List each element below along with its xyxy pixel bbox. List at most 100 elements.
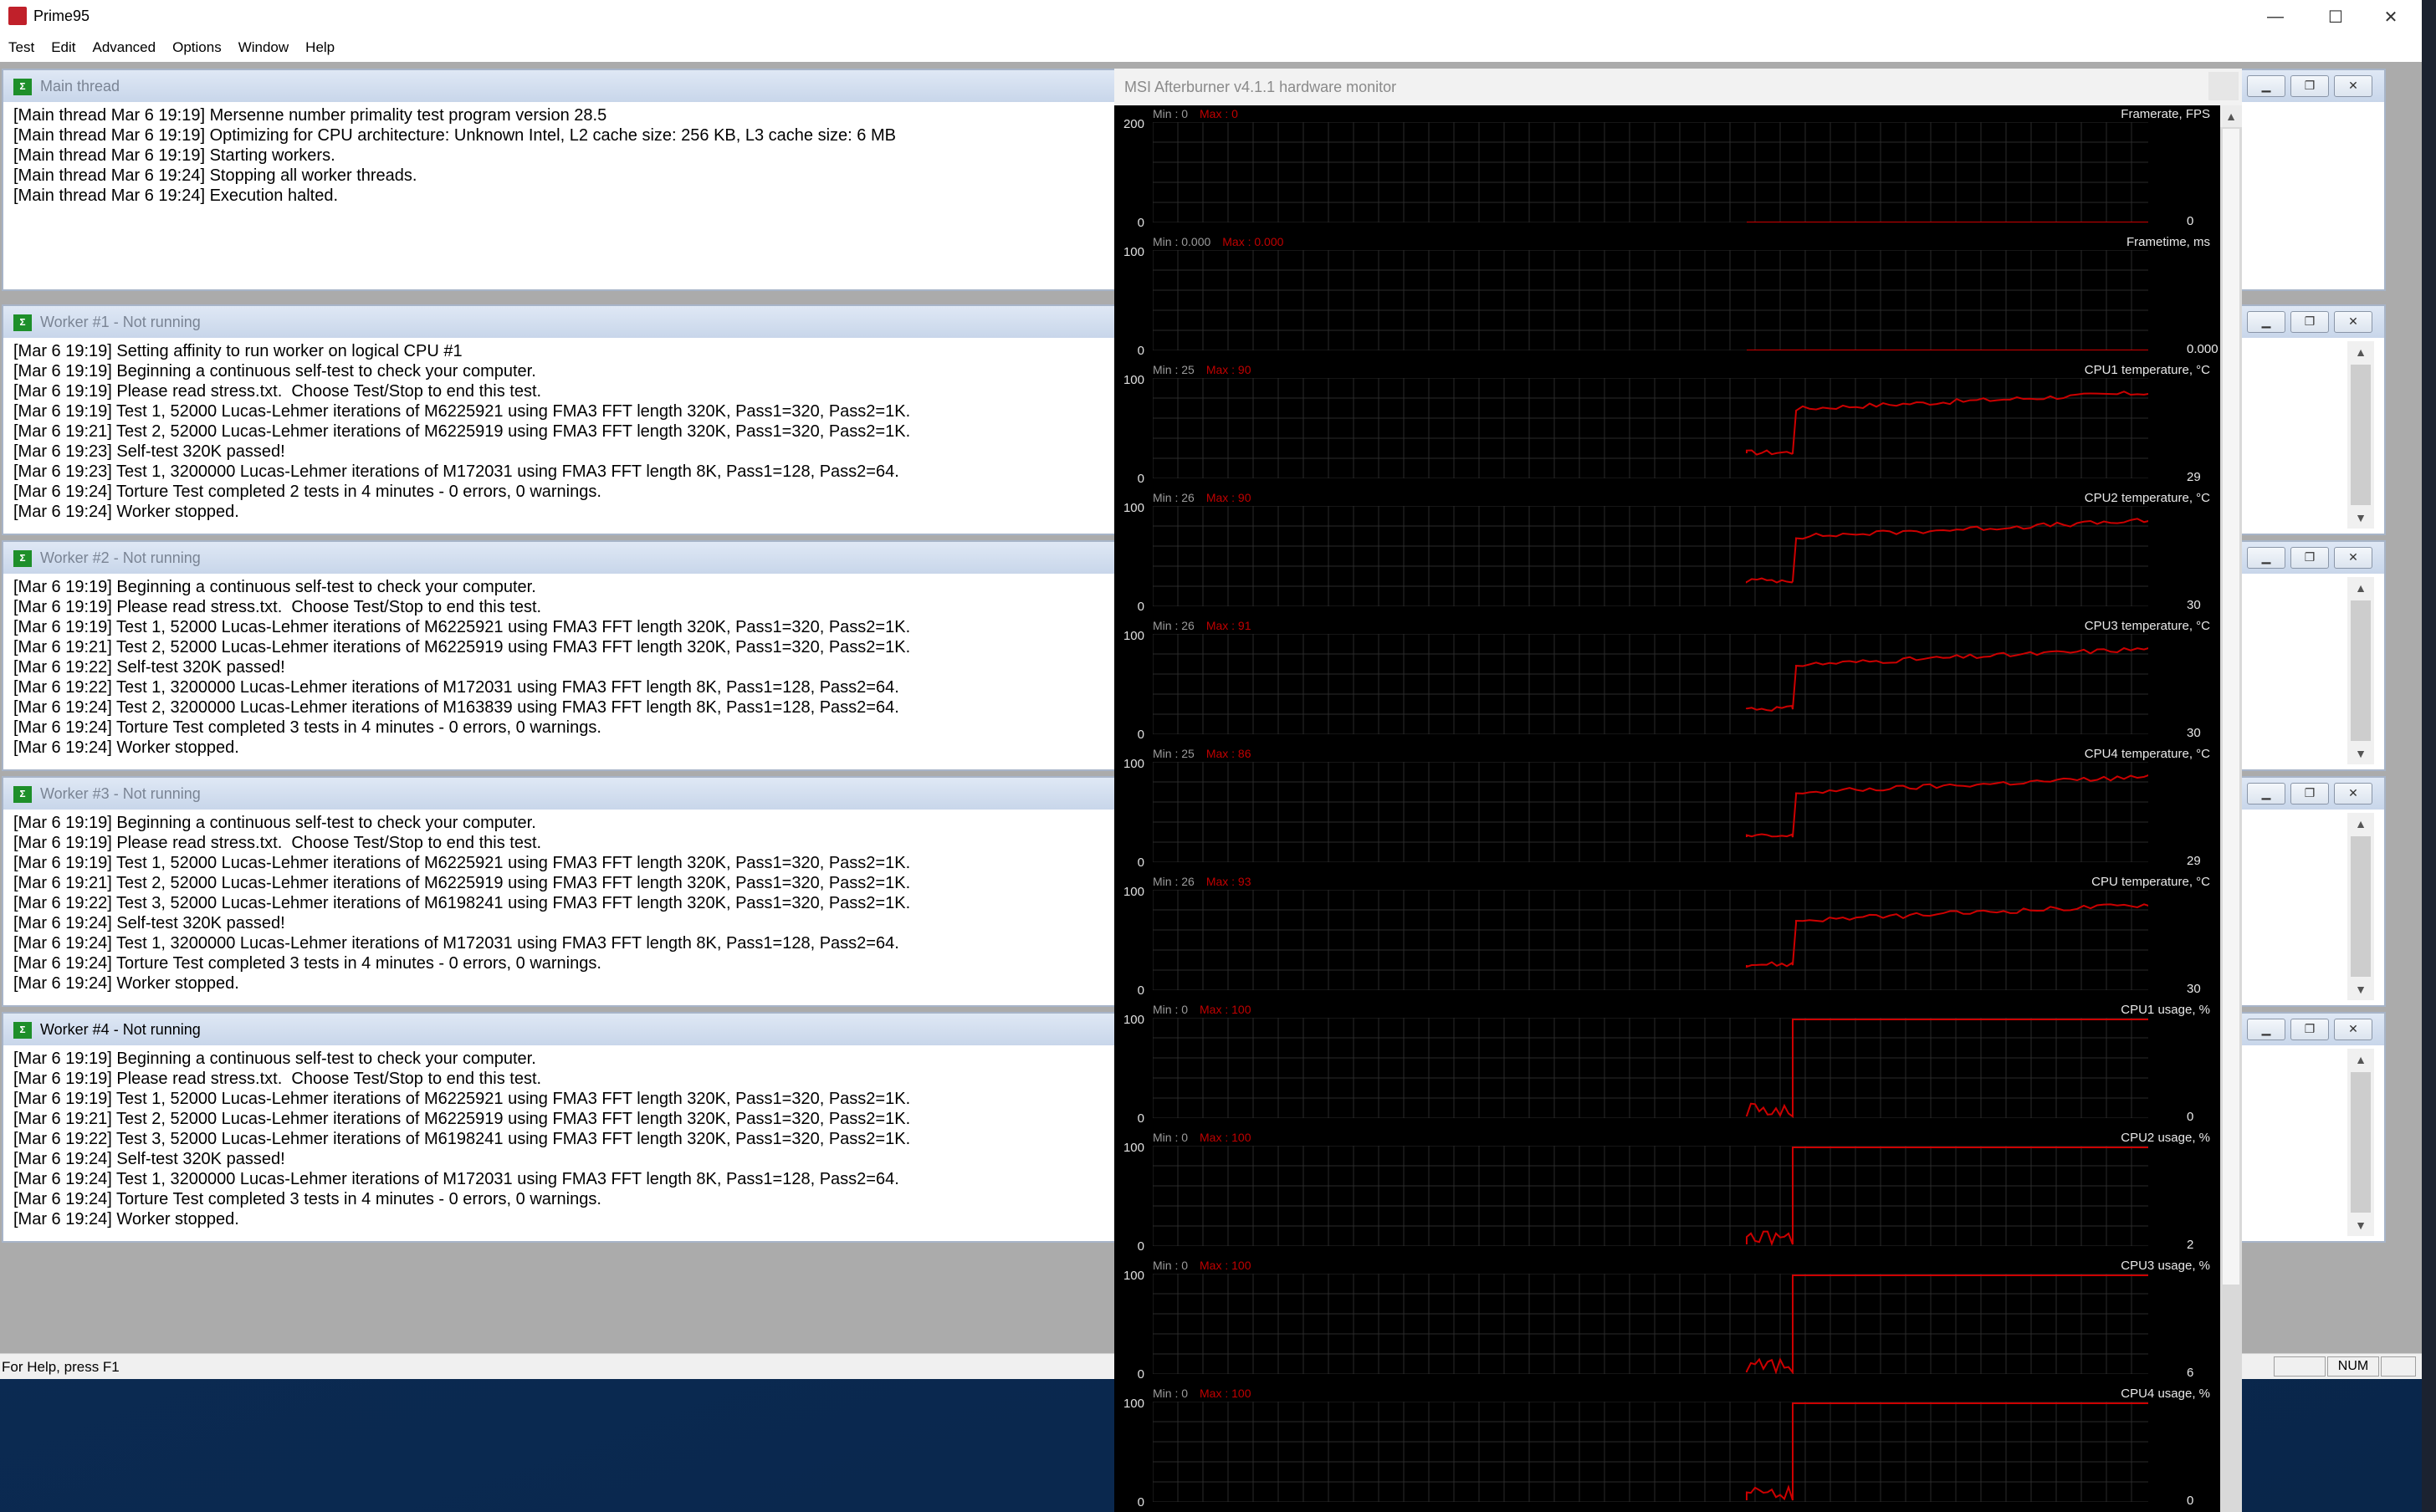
scroll-up-arrow-icon[interactable]: ▲ xyxy=(2220,105,2242,127)
child-close-button[interactable]: ✕ xyxy=(2334,311,2372,333)
graph-series-line xyxy=(1746,774,2148,838)
child-close-button[interactable]: ✕ xyxy=(2334,1019,2372,1040)
graph-min: Min : 0 xyxy=(1153,107,1189,120)
afterburner-scrollbar[interactable]: ▲ xyxy=(2220,105,2242,1512)
graph-series-line xyxy=(1746,1274,2148,1374)
prime95-child-icon: Σ xyxy=(13,786,32,803)
child-minimize-button[interactable]: ▁ xyxy=(2247,783,2285,805)
graph-ymax: 100 xyxy=(1123,1013,1144,1027)
graph-ymin: 0 xyxy=(1137,216,1144,230)
graph-min-max: Min : 0 Max : 100 xyxy=(1153,1131,1251,1144)
graph-panel: Min : 0 Max : 100 CPU4 usage, % 100 0 0 xyxy=(1114,1385,2220,1512)
menu-test[interactable]: Test xyxy=(0,39,43,56)
afterburner-close-button[interactable] xyxy=(2208,72,2239,100)
child-scrollbar[interactable]: ▲ ▼ xyxy=(2347,341,2374,529)
graph-ymin: 0 xyxy=(1137,344,1144,358)
graph-panel: Min : 25 Max : 90 CPU1 temperature, °C 100 0… xyxy=(1114,361,2220,489)
graph-max: Max : 100 xyxy=(1200,1003,1251,1016)
menu-advanced[interactable]: Advanced xyxy=(84,39,164,56)
graph-min: Min : 0 xyxy=(1153,1259,1189,1272)
graph-panel: Min : 0 Max : 100 CPU1 usage, % 100 0 0 xyxy=(1114,1001,2220,1129)
graph-max: Max : 100 xyxy=(1200,1131,1251,1144)
graph-min-max: Min : 0.000 Max : 0.000 xyxy=(1153,235,1283,248)
graph-label: CPU1 usage, % xyxy=(2121,1003,2210,1017)
status-pane-num: NUM xyxy=(2327,1356,2379,1377)
graph-plot xyxy=(1153,122,2148,222)
child-restore-button[interactable]: ❐ xyxy=(2290,547,2329,569)
graph-plot xyxy=(1153,634,2148,734)
graph-label: CPU2 temperature, °C xyxy=(2084,491,2210,505)
graph-panel: Min : 26 Max : 90 CPU2 temperature, °C 100 0… xyxy=(1114,489,2220,617)
child-minimize-button[interactable]: ▁ xyxy=(2247,1019,2285,1040)
graph-current-value: 0 xyxy=(2187,1110,2194,1124)
child-restore-button[interactable]: ❐ xyxy=(2290,75,2329,97)
scroll-up-arrow-icon[interactable]: ▲ xyxy=(2347,577,2374,599)
graph-ymax: 100 xyxy=(1123,245,1144,259)
graph-panel: Min : 0 Max : 100 CPU2 usage, % 100 0 2 xyxy=(1114,1129,2220,1257)
child-restore-button[interactable]: ❐ xyxy=(2290,783,2329,805)
menu-edit[interactable]: Edit xyxy=(43,39,84,56)
graph-plot xyxy=(1153,1146,2148,1246)
graph-current-value: 0.000 xyxy=(2187,342,2218,356)
scroll-down-arrow-icon[interactable]: ▼ xyxy=(2347,743,2374,764)
child-minimize-button[interactable]: ▁ xyxy=(2247,75,2285,97)
graph-ymin: 0 xyxy=(1137,983,1144,998)
graph-min-max: Min : 26 Max : 90 xyxy=(1153,491,1251,504)
prime95-child-icon: Σ xyxy=(13,79,32,95)
prime95-child-icon: Σ xyxy=(13,314,32,331)
graph-max: Max : 93 xyxy=(1205,875,1251,888)
title-bar[interactable]: Prime95 — ☐ ✕ xyxy=(0,0,2422,33)
menu-help[interactable]: Help xyxy=(297,39,343,56)
scroll-up-arrow-icon[interactable]: ▲ xyxy=(2347,813,2374,835)
scrollbar-thumb[interactable] xyxy=(2351,836,2371,977)
child-scrollbar[interactable]: ▲ ▼ xyxy=(2347,577,2374,764)
graph-ymax: 100 xyxy=(1123,501,1144,515)
maximize-button[interactable]: ☐ xyxy=(2306,0,2366,33)
scrollbar-thumb[interactable] xyxy=(2351,600,2371,741)
graph-label: CPU3 temperature, °C xyxy=(2084,619,2210,633)
scrollbar-thumb[interactable] xyxy=(2351,1072,2371,1213)
graph-plot xyxy=(1153,378,2148,478)
scroll-up-arrow-icon[interactable]: ▲ xyxy=(2347,341,2374,363)
child-scrollbar[interactable]: ▲ ▼ xyxy=(2347,813,2374,1000)
close-button[interactable]: ✕ xyxy=(2361,0,2421,33)
menu-window[interactable]: Window xyxy=(230,39,297,56)
afterburner-title-bar[interactable]: MSI Afterburner v4.1.1 hardware monitor xyxy=(1114,69,2242,105)
scroll-down-arrow-icon[interactable]: ▼ xyxy=(2347,1214,2374,1236)
graph-ymin: 0 xyxy=(1137,1495,1144,1509)
graph-min-max: Min : 25 Max : 86 xyxy=(1153,747,1251,760)
graph-label: CPU temperature, °C xyxy=(2091,875,2210,889)
graph-plot xyxy=(1153,1402,2148,1502)
child-minimize-button[interactable]: ▁ xyxy=(2247,547,2285,569)
graph-max: Max : 90 xyxy=(1205,363,1251,376)
menu-bar: Test Edit Advanced Options Window Help xyxy=(0,33,2422,62)
graph-ymin: 0 xyxy=(1137,472,1144,486)
child-restore-button[interactable]: ❐ xyxy=(2290,311,2329,333)
graph-label: CPU3 usage, % xyxy=(2121,1259,2210,1273)
scroll-down-arrow-icon[interactable]: ▼ xyxy=(2347,507,2374,529)
scroll-down-arrow-icon[interactable]: ▼ xyxy=(2347,978,2374,1000)
graph-min-max: Min : 0 Max : 100 xyxy=(1153,1259,1251,1272)
menu-options[interactable]: Options xyxy=(164,39,230,56)
scrollbar-thumb[interactable] xyxy=(2351,365,2371,505)
graph-label: CPU2 usage, % xyxy=(2121,1131,2210,1145)
graph-panel: Min : 0 Max : 0 Framerate, FPS 200 0 0 xyxy=(1114,105,2220,233)
graph-min-max: Min : 25 Max : 90 xyxy=(1153,363,1251,376)
child-restore-button[interactable]: ❐ xyxy=(2290,1019,2329,1040)
graph-series-line xyxy=(1746,391,2148,456)
scroll-up-arrow-icon[interactable]: ▲ xyxy=(2347,1049,2374,1070)
graph-current-value: 30 xyxy=(2187,982,2201,996)
graph-ymax: 200 xyxy=(1123,117,1144,131)
child-close-button[interactable]: ✕ xyxy=(2334,75,2372,97)
child-close-button[interactable]: ✕ xyxy=(2334,547,2372,569)
child-close-button[interactable]: ✕ xyxy=(2334,783,2372,805)
graph-ymax: 100 xyxy=(1123,757,1144,771)
child-minimize-button[interactable]: ▁ xyxy=(2247,311,2285,333)
minimize-button[interactable]: — xyxy=(2245,0,2306,33)
scrollbar-thumb[interactable] xyxy=(2223,129,2239,1285)
child-scrollbar[interactable]: ▲ ▼ xyxy=(2347,1049,2374,1236)
graph-min: Min : 0 xyxy=(1153,1003,1189,1016)
prime95-child-icon: Σ xyxy=(13,1022,32,1039)
graph-ymax: 100 xyxy=(1123,1141,1144,1155)
graph-min: Min : 25 xyxy=(1153,363,1195,376)
